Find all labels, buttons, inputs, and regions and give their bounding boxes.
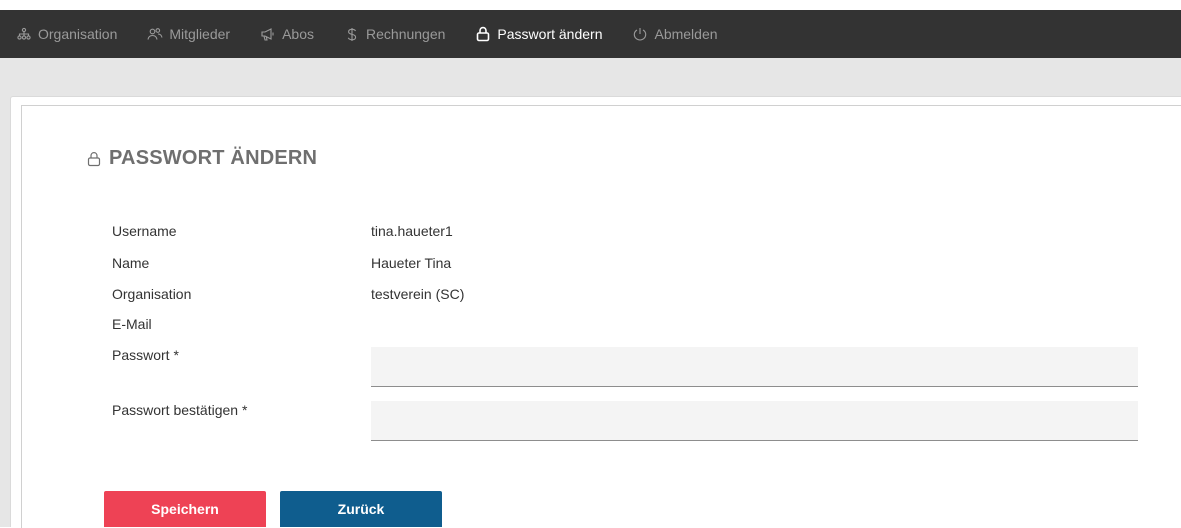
nav-item-organisation[interactable]: Organisation <box>16 10 117 58</box>
nav-item-abmelden[interactable]: Abmelden <box>632 10 718 58</box>
nav-label: Rechnungen <box>366 26 446 42</box>
org-chart-icon <box>16 26 32 42</box>
nav-item-abos[interactable]: Abos <box>260 10 314 58</box>
lock-icon <box>87 151 103 167</box>
nav-label: Abmelden <box>654 26 718 42</box>
name-label: Name <box>112 255 150 271</box>
nav-item-mitglieder[interactable]: Mitglieder <box>147 10 230 58</box>
name-value: Haueter Tina <box>371 255 452 271</box>
members-icon <box>147 26 163 42</box>
top-navigation: Organisation Mitglieder Abos Rechnungen … <box>0 10 1181 58</box>
username-value: tina.haueter1 <box>371 223 453 239</box>
password-label: Passwort * <box>112 347 179 363</box>
page-title-text: PASSWORT ÄNDERN <box>109 147 318 169</box>
nav-label: Mitglieder <box>169 26 231 42</box>
confirm-password-input[interactable] <box>371 401 1138 441</box>
confirm-password-label: Passwort bestätigen * <box>112 402 248 418</box>
nav-label: Passwort ändern <box>497 26 603 42</box>
nav-label: Abos <box>282 26 315 42</box>
nav-item-rechnungen[interactable]: Rechnungen <box>344 10 445 58</box>
nav-item-passwort-aendern[interactable]: Passwort ändern <box>475 10 602 58</box>
dollar-icon <box>344 26 360 42</box>
password-input[interactable] <box>371 347 1138 387</box>
nav-label: Organisation <box>38 26 118 42</box>
power-icon <box>632 26 648 42</box>
organisation-label: Organisation <box>112 286 192 302</box>
megaphone-icon <box>260 26 276 42</box>
organisation-value: testverein (SC) <box>371 286 465 302</box>
sub-header-bar <box>0 58 1181 96</box>
email-label: E-Mail <box>112 316 152 332</box>
back-button[interactable]: Zurück <box>280 491 442 527</box>
save-button[interactable]: Speichern <box>104 491 266 527</box>
username-label: Username <box>112 223 177 239</box>
lock-icon <box>475 26 491 42</box>
page-title: PASSWORT ÄNDERN <box>87 147 317 170</box>
